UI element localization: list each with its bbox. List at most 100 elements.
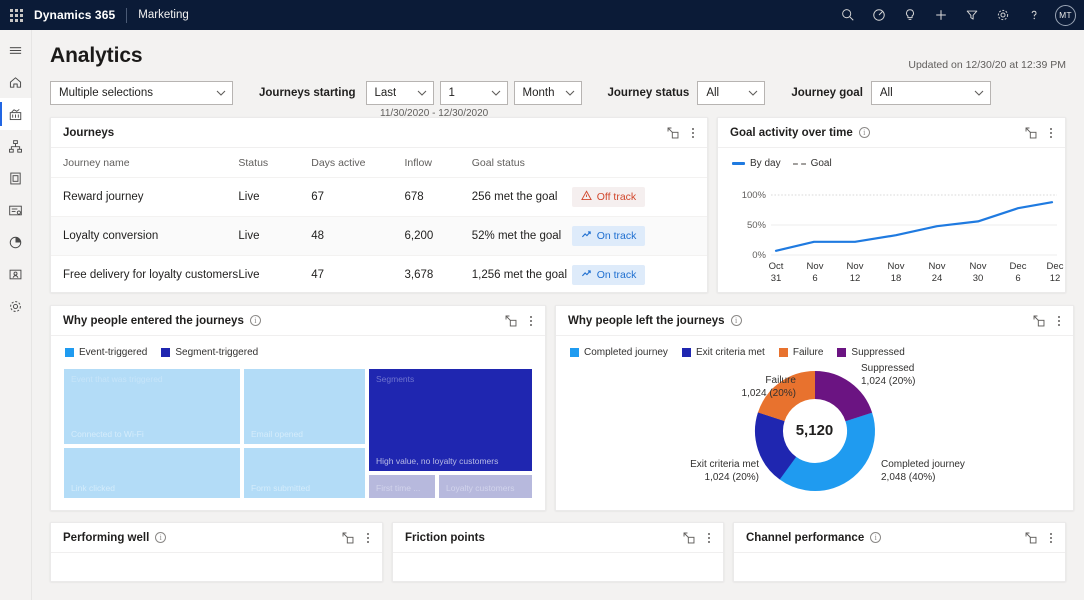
column-header-goal-status: Goal status (472, 148, 572, 178)
journey-status-value: All (706, 87, 719, 99)
svg-text:Nov: Nov (807, 261, 824, 272)
treemap-tile-high-value[interactable]: Segments High value, no loyalty customer… (369, 369, 532, 471)
column-header-days-active: Days active (311, 148, 404, 178)
goal-activity-line-chart: 100% 50% 0% Oct 31 Nov 6 (718, 169, 1065, 285)
sidebar-item-reports[interactable] (0, 162, 31, 194)
multiple-selections-dropdown[interactable]: Multiple selections (50, 81, 233, 105)
expand-icon[interactable] (342, 532, 354, 544)
diagnostics-icon[interactable] (864, 0, 894, 30)
app-name[interactable]: Marketing (138, 9, 189, 21)
performing-well-card-title: Performing well (63, 532, 149, 544)
journey-goal-dropdown[interactable]: All (871, 81, 991, 105)
cell-badge: Off track (572, 178, 707, 217)
donut-label-failure: Failure 1,024 (20%) (686, 374, 796, 400)
legend-item-exit-criteria-met[interactable]: Exit criteria met (682, 347, 765, 358)
table-row[interactable]: Free delivery for loyalty customers Live… (51, 256, 707, 293)
sidebar-item-forms[interactable] (0, 194, 31, 226)
info-icon[interactable]: i (870, 532, 881, 543)
sidebar-item-analytics[interactable] (0, 98, 31, 130)
sidebar-item-settings[interactable] (0, 290, 31, 322)
donut-label-completed-journey: Completed journey 2,048 (40%) (881, 458, 1021, 484)
brand-name[interactable]: Dynamics 365 (32, 8, 115, 22)
chevron-down-icon (407, 90, 427, 96)
performing-well-card: Performing well i (50, 522, 383, 582)
treemap-tile-label: Link clicked (71, 483, 115, 493)
info-icon[interactable]: i (859, 127, 870, 138)
app-launcher-icon[interactable] (0, 0, 32, 30)
status-badge: On track (572, 265, 646, 285)
journeys-starting-unit-dropdown[interactable]: Month (514, 81, 582, 105)
treemap-tile-email-opened[interactable]: Email opened (244, 369, 365, 444)
treemap-group-label-segments: Segments (376, 374, 414, 384)
gear-icon[interactable] (988, 0, 1018, 30)
trend-up-icon (581, 268, 592, 282)
more-options-icon[interactable] (689, 126, 697, 140)
sidebar-item-menu-toggle[interactable] (0, 34, 31, 66)
donut-label-failure-value: 1,024 (20%) (686, 387, 796, 400)
treemap-tile-link-clicked[interactable]: Link clicked (64, 448, 240, 498)
sidebar-item-segments[interactable] (0, 258, 31, 290)
expand-icon[interactable] (683, 532, 695, 544)
donut-label-suppressed: Suppressed 1,024 (20%) (861, 362, 991, 388)
expand-icon[interactable] (1033, 315, 1045, 327)
legend-label-exit-criteria-met: Exit criteria met (696, 347, 765, 358)
journeys-starting-number-value: 1 (449, 87, 455, 99)
journey-status-dropdown[interactable]: All (697, 81, 765, 105)
info-icon[interactable]: i (155, 532, 166, 543)
legend-item-goal[interactable]: Goal (793, 158, 832, 169)
cell-journey-name: Reward journey (51, 178, 238, 217)
why-entered-card-title: Why people entered the journeys (63, 315, 244, 327)
treemap-tile-form-submitted[interactable]: Form submitted (244, 448, 365, 498)
goal-activity-card: Goal activity over time i By day (717, 117, 1066, 293)
journey-goal-label: Journey goal (791, 87, 863, 99)
treemap-tile-connected-wifi[interactable]: Event that was triggered Connected to Wi… (64, 369, 240, 444)
more-options-icon[interactable] (364, 531, 372, 545)
y-tick-0: 0% (752, 250, 766, 261)
sidebar-item-home[interactable] (0, 66, 31, 98)
legend-item-completed-journey[interactable]: Completed journey (570, 347, 668, 358)
plus-icon[interactable] (926, 0, 956, 30)
legend-item-segment-triggered[interactable]: Segment-triggered (161, 347, 258, 358)
legend-item-suppressed[interactable]: Suppressed (837, 347, 904, 358)
help-icon[interactable] (1019, 0, 1049, 30)
more-options-icon[interactable] (1047, 126, 1055, 140)
filter-icon[interactable] (957, 0, 987, 30)
search-icon[interactable] (833, 0, 863, 30)
cell-badge: On track (572, 256, 707, 293)
svg-text:6: 6 (1015, 273, 1020, 284)
expand-icon[interactable] (667, 127, 679, 139)
legend-item-event-triggered[interactable]: Event-triggered (65, 347, 147, 358)
expand-icon[interactable] (505, 315, 517, 327)
more-options-icon[interactable] (705, 531, 713, 545)
cell-inflow: 6,200 (405, 217, 472, 256)
more-options-icon[interactable] (1055, 314, 1063, 328)
treemap-tile-first-time[interactable]: First time ... (369, 475, 435, 498)
treemap-legend: Event-triggered Segment-triggered (51, 336, 545, 358)
expand-icon[interactable] (1025, 532, 1037, 544)
sidebar-item-insights[interactable] (0, 226, 31, 258)
avatar[interactable]: MT (1055, 5, 1076, 26)
treemap-tile-label: Email opened (251, 429, 303, 439)
legend-swatch-completed-journey (570, 348, 579, 357)
treemap-tile-loyalty-customers[interactable]: Loyalty customers (439, 475, 532, 498)
more-options-icon[interactable] (527, 314, 535, 328)
journeys-starting-last-dropdown[interactable]: Last (366, 81, 434, 105)
svg-text:31: 31 (771, 273, 782, 284)
why-left-card-header: Why people left the journeys i (556, 306, 1073, 336)
lightbulb-icon[interactable] (895, 0, 925, 30)
multiple-selections-value: Multiple selections (59, 87, 153, 99)
legend-item-failure[interactable]: Failure (779, 347, 824, 358)
svg-text:24: 24 (932, 273, 943, 284)
sidebar-item-journeys[interactable] (0, 130, 31, 162)
journeys-starting-label: Journeys starting (259, 87, 356, 99)
journeys-starting-number-dropdown[interactable]: 1 (440, 81, 508, 105)
legend-item-by-day[interactable]: By day (732, 158, 781, 169)
table-row[interactable]: Reward journey Live 67 678 256 met the g… (51, 178, 707, 217)
info-icon[interactable]: i (250, 315, 261, 326)
expand-icon[interactable] (1025, 127, 1037, 139)
more-options-icon[interactable] (1047, 531, 1055, 545)
status-badge: Off track (572, 187, 645, 207)
table-row[interactable]: Loyalty conversion Live 48 6,200 52% met… (51, 217, 707, 256)
y-tick-100: 100% (742, 190, 767, 201)
info-icon[interactable]: i (731, 315, 742, 326)
